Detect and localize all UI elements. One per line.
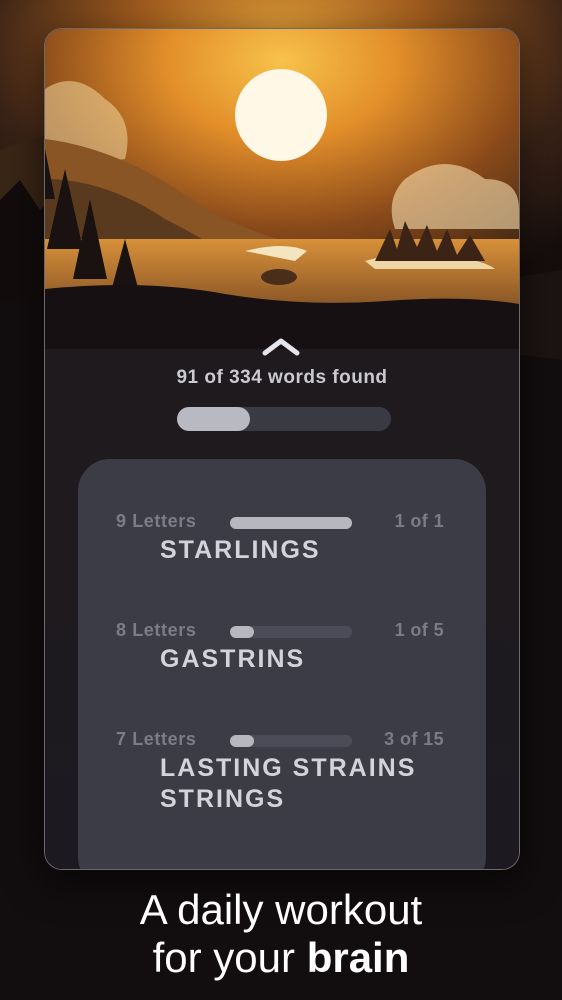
group-words: STARLINGS <box>160 535 470 566</box>
found-word: STARLINGS <box>160 536 321 564</box>
chevron-up-icon[interactable] <box>261 335 301 357</box>
group-progress-fill <box>230 735 255 747</box>
word-list-card[interactable]: 9 Letters 1 of 1 STARLINGS 8 Letters 1 o… <box>78 459 486 869</box>
group-progress-bar <box>230 626 352 638</box>
group-letter-count: 7 Letters <box>116 729 197 749</box>
group-words: LASTING STRAINS STRINGS <box>160 753 470 815</box>
group-progress-text: 3 of 15 <box>384 729 444 749</box>
group-letter-count: 8 Letters <box>116 620 197 640</box>
phone-screen: 91 of 334 words found 9 Letters 1 of 1 S… <box>44 28 520 870</box>
tagline-prefix: for your <box>152 934 307 981</box>
group-letter-count: 9 Letters <box>116 511 197 531</box>
group-progress-bar <box>230 517 352 529</box>
found-word: GASTRINS <box>160 645 306 673</box>
sun-icon <box>235 69 327 161</box>
tagline-line-2: for your brain <box>0 934 562 982</box>
group-words: GASTRINS <box>160 644 470 675</box>
overall-progress-bar <box>177 407 391 431</box>
group-progress-bar <box>230 735 352 747</box>
group-progress-text: 1 of 1 <box>394 511 444 531</box>
words-found-text: 91 of 334 words found <box>176 367 388 388</box>
group-progress-fill <box>230 517 352 529</box>
group-progress-text: 1 of 5 <box>394 620 444 640</box>
tagline-bold-word: brain <box>306 934 410 981</box>
group-progress-fill <box>230 626 255 638</box>
found-word: STRINGS <box>160 785 286 813</box>
tagline-line-1: A daily workout <box>139 886 423 933</box>
found-word: LASTING STRAINS <box>160 754 417 782</box>
overall-progress-fill <box>177 407 250 431</box>
